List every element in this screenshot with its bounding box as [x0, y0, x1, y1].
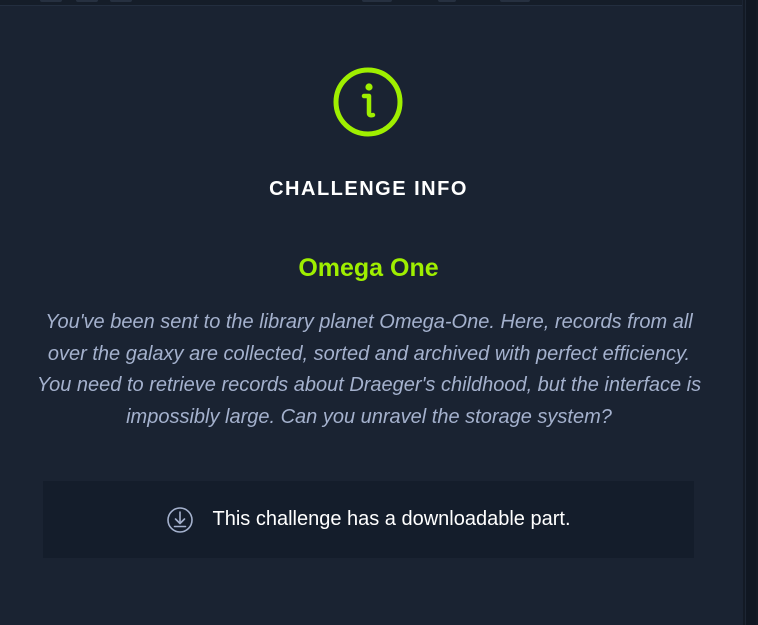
challenge-info-page: CHALLENGE INFO Omega One You've been sen…: [0, 0, 758, 625]
scrollbar[interactable]: [743, 0, 758, 625]
download-button[interactable]: This challenge has a downloadable part.: [43, 481, 694, 558]
download-circle-icon: [167, 506, 194, 533]
download-label: This challenge has a downloadable part.: [212, 508, 571, 530]
header-cutoff-icon: [362, 0, 392, 2]
header-cutoff-icon: [438, 0, 456, 2]
header-cutoff-icon: [76, 0, 98, 2]
challenge-name: Omega One: [298, 254, 439, 282]
header-cutoff-icon: [40, 0, 62, 2]
challenge-description: You've been sent to the library planet O…: [36, 311, 702, 428]
challenge-info-panel: CHALLENGE INFO Omega One You've been sen…: [0, 6, 742, 625]
header-cutoff-icon: [110, 0, 132, 2]
modal-title: CHALLENGE INFO: [269, 178, 468, 200]
header-cutoff-icon: [500, 0, 530, 2]
info-circle-icon: [333, 67, 403, 137]
scrollbar-thumb[interactable]: [745, 0, 756, 625]
